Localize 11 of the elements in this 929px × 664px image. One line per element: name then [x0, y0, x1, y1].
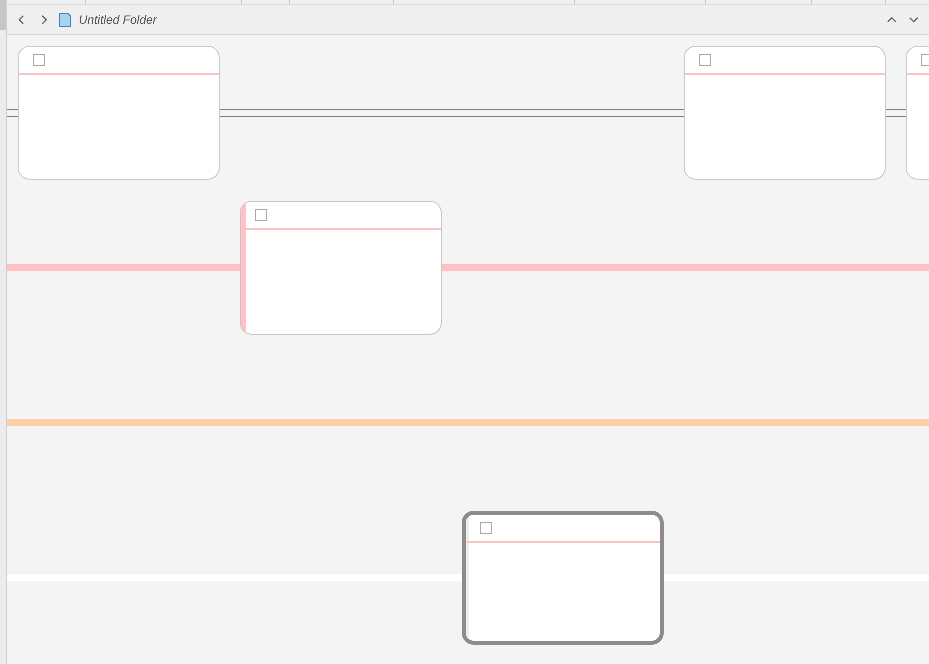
folder-title: Untitled Folder — [79, 12, 158, 26]
node-card[interactable] — [240, 201, 442, 335]
checkbox[interactable] — [699, 54, 711, 66]
node-card[interactable] — [18, 46, 220, 180]
checkbox[interactable] — [33, 54, 45, 66]
document-icon — [59, 12, 71, 26]
scrollbar-thumb[interactable] — [0, 0, 6, 30]
node-card[interactable] — [684, 46, 886, 180]
checkbox[interactable] — [480, 522, 492, 534]
node-card[interactable] — [462, 511, 664, 645]
checkbox[interactable] — [255, 209, 267, 221]
